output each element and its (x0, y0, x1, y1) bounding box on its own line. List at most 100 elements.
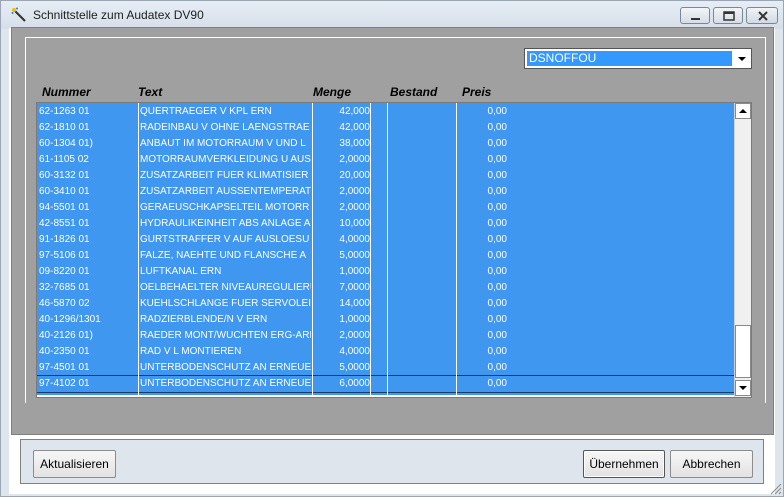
refresh-button[interactable]: Aktualisieren (33, 450, 116, 478)
cell-nummer: 40-2126 01) (39, 330, 93, 341)
resize-grip-icon[interactable] (768, 481, 782, 495)
column-header-nummer: Nummer (42, 85, 91, 99)
cell-bestand (389, 296, 455, 312)
table-row[interactable]: 42-8551 01 HYDRAULIKEINHEIT ABS ANLAGE A 1… (37, 216, 734, 232)
arrow-up-icon (739, 109, 747, 113)
table-row[interactable]: 97-4102 01 UNTERBODENSCHUTZ AN ERNEUEF 6,0… (37, 375, 734, 393)
cell-menge: 7,0000 (339, 282, 370, 293)
cell-menge: 42,000 (339, 122, 370, 133)
cell-nummer: 62-1810 01 (39, 122, 90, 133)
table-row[interactable]: 32-7685 01 OELBEHAELTER NIVEAUREGULIERU 7,… (37, 280, 734, 296)
cell-menge: 1,0000 (339, 314, 370, 325)
cell-text: UNTERBODENSCHUTZ AN ERNEUEF (140, 362, 311, 373)
cell-menge: 4,0000 (339, 346, 370, 357)
scroll-thumb[interactable] (735, 325, 751, 378)
table-row[interactable]: 61-1105 02 MOTORRAUMVERKLEIDUNG U AUS 2,00… (37, 152, 734, 168)
cell-text: LUFTKANAL ERN (140, 266, 222, 277)
cell-menge: 5,0000 (339, 250, 370, 261)
cell-text: RADZIERBLENDE/N V ERN (140, 314, 268, 325)
table-row[interactable]: 40-1296/1301 RADZIERBLENDE/N V ERN 1,0000 0… (37, 312, 734, 328)
cell-bestand (389, 104, 455, 120)
cell-nummer: 32-7685 01 (39, 282, 90, 293)
table-row[interactable]: 97-5106 01 FALZE, NAEHTE UND FLANSCHE A 5,… (37, 248, 734, 264)
table-row[interactable]: 40-2126 01) RAEDER MONT/WUCHTEN ERG-ARE 2,… (37, 328, 734, 344)
cell-text: ANBAUT IM MOTORRAUM V UND L (140, 138, 306, 149)
cell-text: GURTSTRAFFER V AUF AUSLOESU (140, 234, 310, 245)
cell-preis: 0,00 (487, 362, 507, 373)
cell-nummer: 09-8220 01 (39, 266, 90, 277)
cell-preis: 0,00 (487, 170, 507, 181)
cell-text: MOTORRAUMVERKLEIDUNG U AUS (140, 154, 311, 165)
cell-nummer: 97-5106 01 (39, 250, 90, 261)
cell-nummer: 40-2350 01 (39, 346, 90, 357)
table-row[interactable]: 60-3132 01 ZUSATZARBEIT FUER KLIMATISIER 2… (37, 168, 734, 184)
cell-bestand (389, 328, 455, 344)
cell-bestand (389, 216, 455, 232)
table-row[interactable]: 40-2350 01 RAD V L MONTIEREN 4,0000 0,00 (37, 344, 734, 360)
vertical-scrollbar[interactable] (734, 103, 751, 397)
cell-nummer: 94-5501 01 (39, 202, 90, 213)
cell-nummer: 60-1304 01) (39, 138, 93, 149)
cell-menge: 6,0000 (339, 378, 370, 389)
table-row[interactable]: 09-8220 01 LUFTKANAL ERN 1,0000 0,00 (37, 264, 734, 280)
cell-bestand (389, 312, 455, 328)
cell-text: RADEINBAU V OHNE LAENGSTRAE (140, 122, 310, 133)
cell-preis: 0,00 (487, 298, 507, 309)
table-row[interactable]: 60-3410 01 ZUSATZARBEIT AUSSENTEMPERAT 2,0… (37, 184, 734, 200)
parts-grid[interactable]: 62-1263 01 QUERTRAEGER V KPL ERN 42,000 0,0… (36, 102, 752, 398)
cell-menge: 42,000 (339, 106, 370, 117)
cell-menge: 2,0000 (339, 186, 370, 197)
cancel-button[interactable]: Abbrechen (670, 450, 753, 478)
maximize-icon (723, 11, 735, 21)
cell-bestand (389, 280, 455, 296)
cell-menge: 10,000 (339, 218, 370, 229)
table-row[interactable]: 91-1826 01 GURTSTRAFFER V AUF AUSLOESU 4,0… (37, 232, 734, 248)
cell-preis: 0,00 (487, 154, 507, 165)
cell-preis: 0,00 (487, 186, 507, 197)
table-row[interactable]: 62-1263 01 QUERTRAEGER V KPL ERN 42,000 0,0… (37, 104, 734, 120)
cell-text: HYDRAULIKEINHEIT ABS ANLAGE A (140, 218, 311, 229)
cell-menge: 1,0000 (339, 266, 370, 277)
apply-button[interactable]: Übernehmen (583, 450, 665, 478)
source-select[interactable]: DSNOFFOU (524, 48, 752, 69)
cell-preis: 0,00 (487, 378, 507, 389)
title-bar[interactable]: Schnittstelle zum Audatex DV90 (1, 1, 783, 29)
arrow-down-icon (739, 386, 747, 390)
cell-bestand (389, 248, 455, 264)
table-row[interactable]: 46-5870 02 KUEHLSCHLANGE FUER SERVOLEI 14,… (37, 296, 734, 312)
scroll-down-button[interactable] (735, 380, 751, 396)
table-row[interactable]: 94-5501 01 GERAEUSCHKAPSELTEIL MOTORR 2,00… (37, 200, 734, 216)
cell-bestand (389, 200, 455, 216)
cell-preis: 0,00 (487, 234, 507, 245)
scroll-up-button[interactable] (735, 103, 751, 119)
cell-bestand (389, 184, 455, 200)
cell-bestand (389, 120, 455, 136)
cell-bestand (389, 344, 455, 360)
cell-menge: 2,0000 (339, 202, 370, 213)
cell-bestand (389, 136, 455, 152)
cell-bestand (389, 264, 455, 280)
column-divider (370, 103, 371, 395)
cell-bestand (389, 152, 455, 168)
cell-text: KUEHLSCHLANGE FUER SERVOLEI (140, 298, 311, 309)
cell-bestand (389, 168, 455, 184)
minimize-button[interactable] (680, 7, 710, 24)
table-row[interactable]: 62-1810 01 RADEINBAU V OHNE LAENGSTRAE 42,… (37, 120, 734, 136)
wand-icon (11, 7, 27, 23)
cell-preis: 0,00 (487, 346, 507, 357)
cell-nummer: 62-1263 01 (39, 106, 90, 117)
dropdown-arrow-button[interactable] (734, 50, 750, 67)
cell-preis: 0,00 (487, 266, 507, 277)
grid-rows: 62-1263 01 QUERTRAEGER V KPL ERN 42,000 0,0… (37, 103, 734, 395)
cell-nummer: 97-4102 01 (39, 378, 90, 389)
column-header-bestand: Bestand (390, 85, 438, 99)
table-row[interactable]: 97-4501 01 UNTERBODENSCHUTZ AN ERNEUEF 5,0… (37, 360, 734, 376)
close-button[interactable] (746, 7, 778, 24)
column-divider (138, 103, 139, 395)
cell-nummer: 91-1826 01 (39, 234, 90, 245)
table-row[interactable]: 60-1304 01) ANBAUT IM MOTORRAUM V UND L 38… (37, 136, 734, 152)
column-divider (387, 103, 388, 395)
cell-text: GERAEUSCHKAPSELTEIL MOTORR (140, 202, 310, 213)
cell-nummer: 60-3410 01 (39, 186, 90, 197)
maximize-button[interactable] (713, 7, 743, 24)
